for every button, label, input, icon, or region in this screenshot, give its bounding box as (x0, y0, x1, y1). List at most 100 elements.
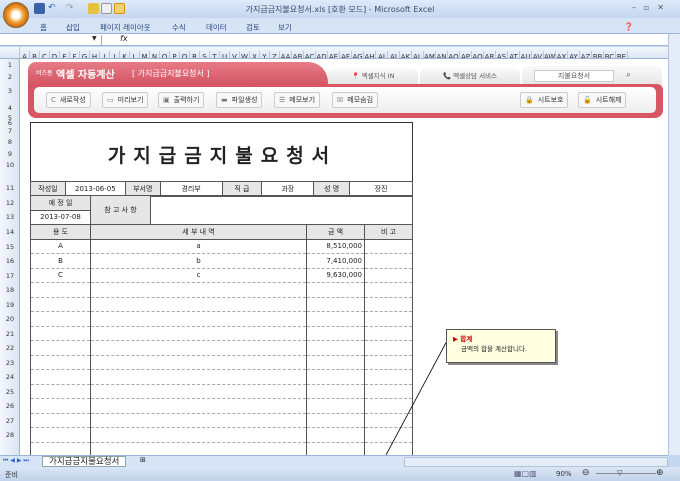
column-header[interactable]: AJ (388, 51, 400, 58)
column-header[interactable]: AB (292, 51, 304, 58)
tab-data[interactable]: 데이터 (206, 22, 227, 33)
column-header[interactable]: Q (180, 51, 190, 58)
column-header[interactable]: AW (544, 51, 556, 58)
zoom-in-icon[interactable]: ⊕ (656, 468, 664, 478)
row-header[interactable]: 22 (0, 344, 20, 352)
row-header[interactable]: 27 (0, 417, 20, 425)
row-header[interactable]: 26 (0, 402, 20, 410)
column-header[interactable]: B (30, 51, 40, 58)
row-header[interactable]: 1 (0, 61, 20, 69)
select-all[interactable] (0, 47, 20, 58)
zoom-slider-thumb[interactable]: ▽ (617, 469, 622, 477)
row-header[interactable]: 2 (0, 73, 20, 81)
column-header[interactable]: AH (364, 51, 376, 58)
view-mode-icons[interactable]: ▦▢▥ (514, 469, 537, 478)
row-header[interactable]: 21 (0, 330, 20, 338)
column-header[interactable]: AL (412, 51, 424, 58)
formula-input[interactable] (132, 35, 662, 45)
row-header[interactable]: 7 (0, 127, 20, 135)
row-header[interactable]: 8 (0, 138, 20, 146)
column-header[interactable]: E (60, 51, 70, 58)
column-header[interactable]: AC (304, 51, 316, 58)
column-header[interactable]: AP (460, 51, 472, 58)
column-header[interactable]: AZ (580, 51, 592, 58)
column-header[interactable]: AR (484, 51, 496, 58)
office-button[interactable] (3, 2, 29, 28)
fx-icon[interactable]: fx (120, 34, 128, 43)
zoom-slider[interactable] (596, 473, 656, 474)
column-header[interactable]: G (80, 51, 90, 58)
row-header[interactable]: 17 (0, 272, 20, 280)
chevron-down-icon[interactable]: ▼ (92, 35, 97, 42)
column-header[interactable]: Z (270, 51, 280, 58)
column-header[interactable]: BB (592, 51, 604, 58)
row-header[interactable]: 28 (0, 431, 20, 439)
column-header[interactable]: AK (400, 51, 412, 58)
tab-formulas[interactable]: 수식 (172, 22, 186, 33)
sheet-tab-active[interactable]: 가지급금지불요청서 (42, 456, 127, 467)
column-header[interactable]: T (210, 51, 220, 58)
vertical-scrollbar[interactable] (668, 34, 680, 455)
row-header[interactable]: 3 (0, 87, 20, 95)
row-header[interactable]: 19 (0, 301, 20, 309)
column-header[interactable]: AU (520, 51, 532, 58)
comment-box[interactable]: ▶ 합계 금액의 합을 계산합니다. (446, 329, 556, 363)
column-header[interactable]: R (190, 51, 200, 58)
zoom-out-icon[interactable]: ⊖ (582, 468, 590, 478)
column-header[interactable]: W (240, 51, 250, 58)
column-header[interactable]: V (230, 51, 240, 58)
column-header[interactable]: AD (316, 51, 328, 58)
column-header[interactable]: C (40, 51, 50, 58)
row-header[interactable]: 24 (0, 373, 20, 381)
name-box[interactable] (2, 35, 102, 45)
help-icon[interactable]: ❓ (624, 22, 633, 31)
column-header[interactable]: AV (532, 51, 544, 58)
row-header[interactable]: 13 (0, 213, 20, 221)
row-header[interactable]: 15 (0, 243, 20, 251)
tab-page-layout[interactable]: 페이지 레이아웃 (100, 22, 151, 33)
row-header[interactable]: 12 (0, 199, 20, 207)
insert-sheet-icon[interactable]: ⊞ (140, 456, 146, 464)
tab-insert[interactable]: 삽입 (66, 22, 80, 33)
column-header[interactable]: N (150, 51, 160, 58)
row-header[interactable]: 11 (0, 184, 20, 192)
column-header[interactable]: AG (352, 51, 364, 58)
row-header[interactable]: 23 (0, 359, 20, 367)
tab-review[interactable]: 검토 (246, 22, 260, 33)
column-header[interactable]: BC (604, 51, 616, 58)
column-header[interactable]: M (140, 51, 150, 58)
column-header[interactable]: AE (328, 51, 340, 58)
column-header[interactable]: X (250, 51, 260, 58)
row-header[interactable]: 4 (0, 104, 20, 112)
column-header[interactable]: S (200, 51, 210, 58)
column-header[interactable]: AO (448, 51, 460, 58)
row-header[interactable]: 9 (0, 150, 20, 158)
row-header[interactable]: 25 (0, 388, 20, 396)
sheet-nav-arrows[interactable]: ⏮ ◀ ▶ ⏭ (3, 457, 29, 465)
column-header[interactable]: AT (508, 51, 520, 58)
column-header[interactable]: AS (496, 51, 508, 58)
column-header[interactable]: O (160, 51, 170, 58)
column-header[interactable]: F (70, 51, 80, 58)
column-header[interactable]: AA (280, 51, 292, 58)
row-header[interactable]: 20 (0, 315, 20, 323)
column-header[interactable]: U (220, 51, 230, 58)
column-header[interactable]: AF (340, 51, 352, 58)
column-header[interactable]: P (170, 51, 180, 58)
worksheet[interactable]: 비즈폼 엑셀 자동계산 [ 가지급금지불요청서 ] 📍 엑셀지식 IN 📞 엑셀… (20, 59, 668, 455)
column-header[interactable]: Y (260, 51, 270, 58)
window-controls[interactable]: –▫✕ (632, 3, 672, 12)
row-header[interactable]: 10 (0, 161, 20, 169)
row-header[interactable]: 18 (0, 286, 20, 294)
column-header[interactable]: K (120, 51, 130, 58)
column-header[interactable]: AX (556, 51, 568, 58)
tab-home[interactable]: 홈 (40, 22, 47, 33)
tab-view[interactable]: 보기 (278, 22, 292, 33)
column-header[interactable]: AN (436, 51, 448, 58)
column-header[interactable]: D (50, 51, 60, 58)
column-header[interactable]: A (20, 51, 30, 58)
column-header[interactable]: I (100, 51, 110, 58)
column-header[interactable]: AI (376, 51, 388, 58)
column-header[interactable]: J (110, 51, 120, 58)
zoom-level[interactable]: 90% (556, 470, 572, 478)
